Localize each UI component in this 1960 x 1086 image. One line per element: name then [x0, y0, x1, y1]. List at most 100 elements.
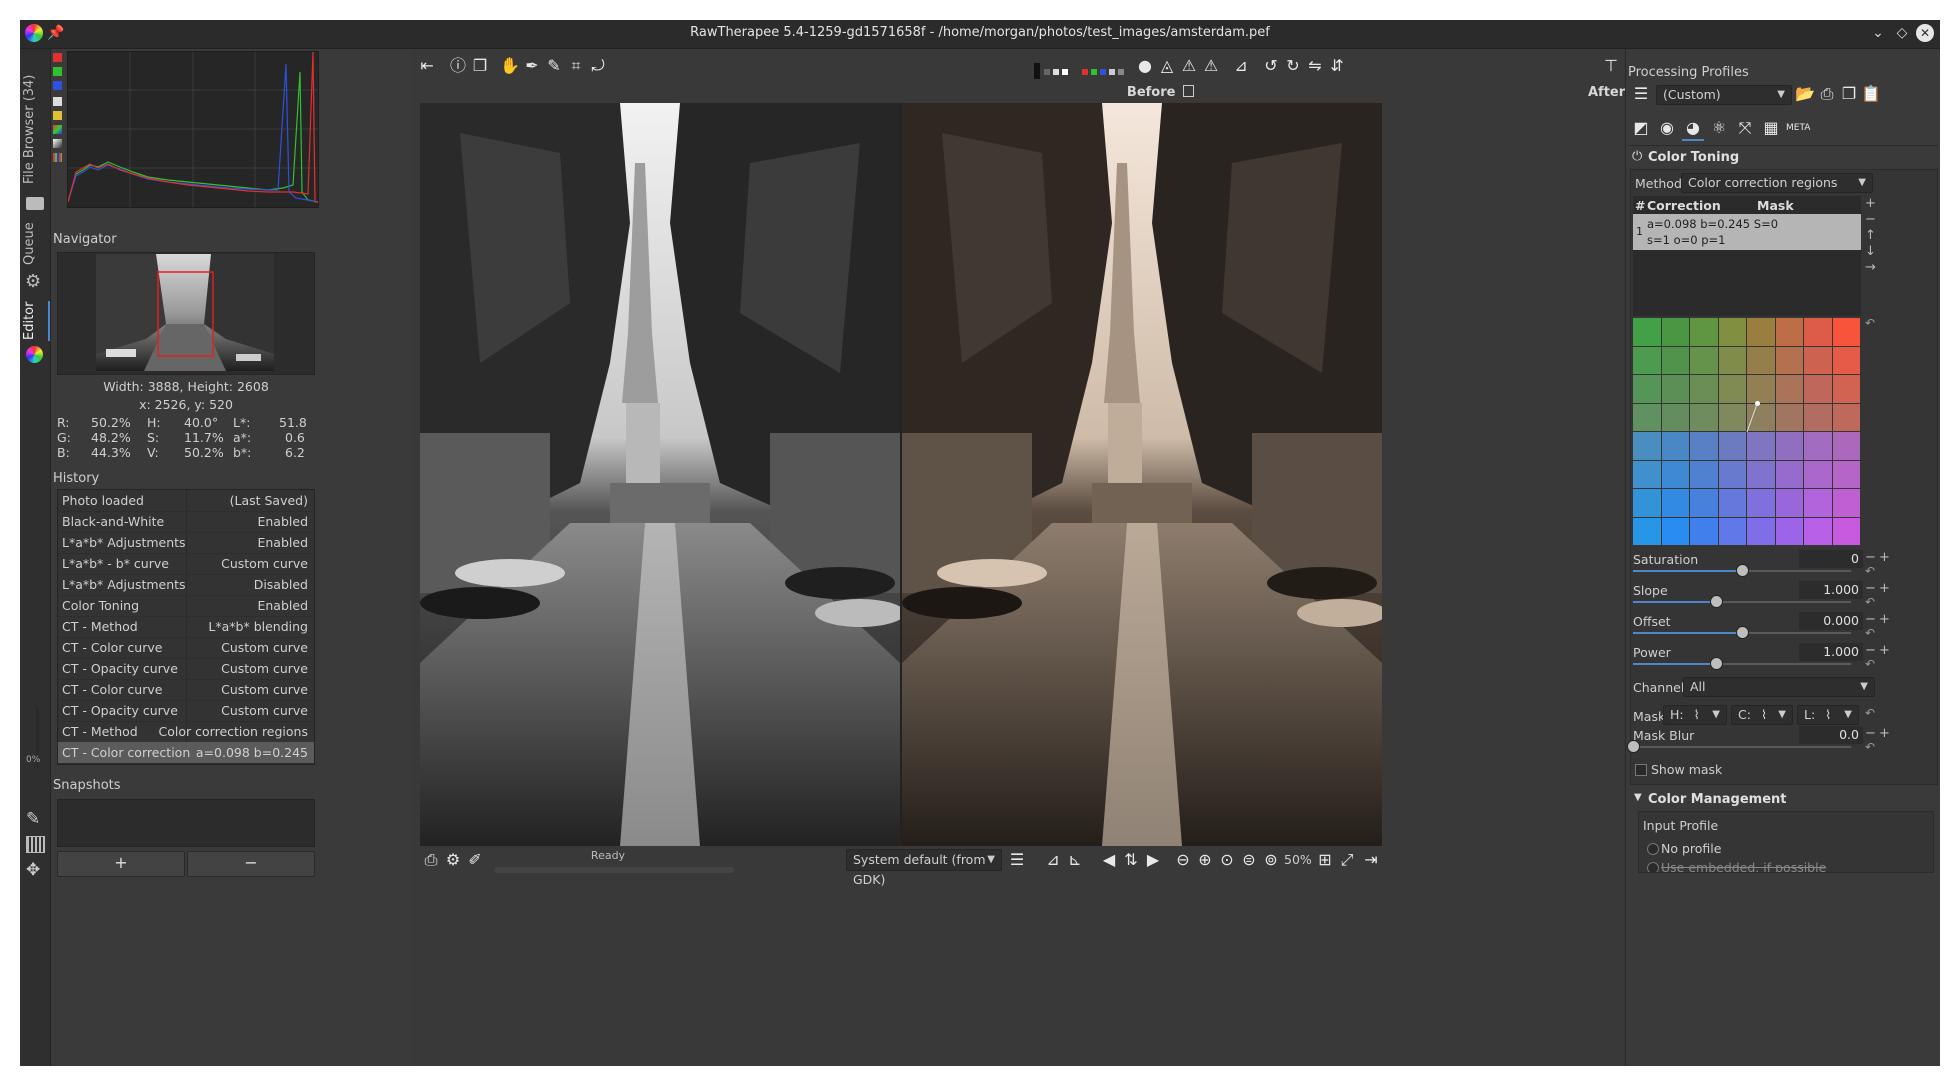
- navigator-thumbnail[interactable]: [96, 254, 274, 371]
- slope-value[interactable]: 1.000: [1799, 581, 1863, 599]
- increment-button[interactable]: +: [1879, 726, 1890, 741]
- method-select[interactable]: Color correction regions ▼: [1681, 173, 1873, 193]
- before-after-icon[interactable]: ❐: [469, 55, 491, 77]
- channel-select[interactable]: All ▼: [1683, 677, 1875, 697]
- history-row[interactable]: CT - Method Color correction regions: [58, 721, 314, 743]
- reset-mask-icon[interactable]: ↶: [1865, 706, 1875, 720]
- save-image-icon[interactable]: ⎙: [420, 849, 442, 871]
- color-picker-icon[interactable]: ✎: [543, 55, 565, 77]
- increment-button[interactable]: +: [1879, 643, 1890, 658]
- history-row[interactable]: L*a*b* Adjustments Disabled: [58, 574, 314, 596]
- after-image[interactable]: [902, 103, 1382, 846]
- chroma-toggle[interactable]: [53, 111, 62, 120]
- bg-light-icon[interactable]: [1062, 69, 1068, 75]
- mode-toggle[interactable]: [53, 153, 62, 162]
- remove-region-button[interactable]: −: [1865, 212, 1876, 227]
- white-balance-picker-icon[interactable]: ✒: [521, 55, 543, 77]
- preview-blue-icon[interactable]: [1100, 69, 1106, 75]
- channel-preview-selector[interactable]: [1082, 69, 1126, 75]
- zoom-fit-icon[interactable]: ⊙: [1216, 849, 1238, 871]
- minimize-button[interactable]: ⌄: [1868, 23, 1888, 43]
- color-toning-header[interactable]: ⏻ Color Toning: [1630, 147, 1938, 169]
- rotate-right-icon[interactable]: ↻: [1282, 55, 1304, 77]
- hide-top-panel-button[interactable]: ⊤: [1600, 55, 1622, 77]
- sync-image-icon[interactable]: ⇅: [1120, 849, 1142, 871]
- remove-snapshot-button[interactable]: −: [187, 851, 315, 877]
- preview-red-icon[interactable]: [1082, 69, 1088, 75]
- gamut-check-icon[interactable]: ⊾: [1064, 849, 1086, 871]
- reset-icon[interactable]: ↶: [1865, 626, 1875, 640]
- power-toggle-icon[interactable]: ⏻: [1632, 149, 1642, 164]
- edit-send-icon[interactable]: ✎: [26, 809, 40, 829]
- gamut-warning-icon[interactable]: ⊿: [1230, 55, 1252, 77]
- new-detail-window-icon[interactable]: ⊞: [1314, 849, 1336, 871]
- no-profile-radio[interactable]: [1647, 843, 1659, 855]
- tab-queue[interactable]: Queue: [22, 219, 48, 269]
- zoom-in-icon[interactable]: ⊕: [1194, 849, 1216, 871]
- shadow-clip-warning-icon[interactable]: ⚠: [1200, 55, 1222, 77]
- hide-left-panel-button[interactable]: ⇤: [416, 55, 438, 77]
- processing-profile-select[interactable]: (Custom) ▼: [1656, 85, 1792, 105]
- straighten-icon[interactable]: ⤾: [587, 55, 609, 77]
- tab-advanced-icon[interactable]: ⚛: [1708, 117, 1730, 139]
- move-up-button[interactable]: ↑: [1865, 228, 1876, 243]
- send-to-editor-icon[interactable]: ✐: [464, 849, 486, 871]
- luminance-toggle[interactable]: [53, 97, 62, 106]
- reset-icon[interactable]: ↶: [1865, 564, 1875, 578]
- bg-white-icon[interactable]: [1053, 69, 1059, 75]
- highlight-clip-warning-icon[interactable]: ⚠: [1178, 55, 1200, 77]
- fullscreen-icon[interactable]: ✥: [26, 860, 40, 880]
- tab-detail-icon[interactable]: ◉: [1656, 117, 1678, 139]
- focus-mask-icon[interactable]: ●: [1134, 55, 1156, 77]
- hand-tool-icon[interactable]: ✋: [499, 55, 521, 77]
- history-row[interactable]: CT - Color curve Custom curve: [58, 679, 314, 701]
- mask-blur-slider[interactable]: [1633, 746, 1851, 748]
- decrement-button[interactable]: −: [1865, 643, 1876, 658]
- green-channel-toggle[interactable]: [53, 67, 62, 76]
- hide-right-panel-button[interactable]: ⇥: [1360, 849, 1382, 871]
- color-management-header[interactable]: ▼ Color Management: [1630, 789, 1938, 811]
- blue-channel-toggle[interactable]: [53, 81, 62, 90]
- save-profile-icon[interactable]: ⎙: [1816, 83, 1838, 105]
- decrement-button[interactable]: −: [1865, 550, 1876, 565]
- increment-button[interactable]: +: [1879, 550, 1890, 565]
- move-down-button[interactable]: ↓: [1865, 244, 1876, 259]
- reset-icon[interactable]: ↶: [1865, 740, 1875, 754]
- close-button[interactable]: ✕: [1916, 24, 1934, 42]
- slider-knob[interactable]: [1736, 626, 1749, 639]
- zoom-out-icon[interactable]: ⊖: [1172, 849, 1194, 871]
- profile-list-icon[interactable]: ☰: [1630, 83, 1652, 105]
- slider-knob[interactable]: [1627, 740, 1640, 753]
- expand-icon[interactable]: ▼: [1634, 792, 1642, 803]
- saturation-value[interactable]: 0: [1799, 550, 1863, 568]
- history-row[interactable]: CT - Opacity curve Custom curve: [58, 700, 314, 722]
- history-row[interactable]: CT - Opacity curve Custom curve: [58, 658, 314, 680]
- folder-icon[interactable]: [26, 197, 44, 210]
- tab-raw-icon[interactable]: ▦: [1760, 117, 1782, 139]
- add-snapshot-button[interactable]: +: [57, 851, 185, 877]
- preview-green-icon[interactable]: [1091, 69, 1097, 75]
- maximize-button[interactable]: ◇: [1892, 23, 1912, 43]
- mask-l-curve[interactable]: L: ⌇ ▼: [1797, 705, 1859, 725]
- shadow-clip-icon[interactable]: ◬: [1156, 55, 1178, 77]
- tab-transform-icon[interactable]: ⤧: [1734, 117, 1756, 139]
- reset-icon[interactable]: ↶: [1865, 595, 1875, 609]
- show-mask-checkbox[interactable]: [1635, 764, 1647, 776]
- zoom-fit-crop-icon[interactable]: ⊜: [1238, 849, 1260, 871]
- before-image[interactable]: [420, 103, 900, 846]
- histogram-toggle-icon[interactable]: [26, 836, 45, 853]
- crop-icon[interactable]: ⌗: [565, 55, 587, 77]
- mask-blur-value[interactable]: 0.0: [1799, 726, 1863, 744]
- bar-toggle[interactable]: [53, 139, 62, 148]
- preview-lum-icon[interactable]: [1109, 69, 1115, 75]
- gear-icon[interactable]: ⚙: [25, 271, 41, 292]
- queue-settings-icon[interactable]: ⚙: [442, 849, 464, 871]
- tab-color-icon[interactable]: ◕: [1682, 117, 1704, 141]
- bg-grey-icon[interactable]: [1044, 69, 1050, 75]
- reset-icon[interactable]: ↶: [1865, 657, 1875, 671]
- open-profile-icon[interactable]: 📂: [1794, 83, 1816, 105]
- history-row[interactable]: Photo loaded (Last Saved): [58, 490, 314, 512]
- info-icon[interactable]: ⓘ: [447, 55, 469, 77]
- decrement-button[interactable]: −: [1865, 612, 1876, 627]
- tab-exposure-icon[interactable]: ◩: [1630, 117, 1652, 139]
